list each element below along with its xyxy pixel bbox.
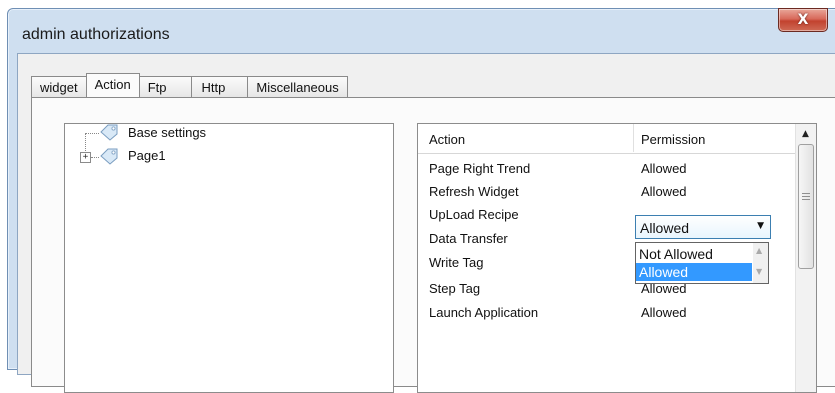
table-row[interactable]: Launch Application Allowed: [418, 302, 798, 324]
tag-icon: [100, 124, 118, 141]
close-icon: X: [797, 12, 809, 28]
close-button[interactable]: X: [778, 8, 828, 32]
dropdown-list[interactable]: Not Allowed Allowed ▲ ▼: [635, 242, 769, 284]
scrollbar-thumb[interactable]: [798, 144, 814, 269]
title-bar[interactable]: admin authorizations X: [8, 8, 835, 53]
action-cell: Refresh Widget: [429, 184, 519, 199]
tag-icon: [100, 148, 118, 165]
grip-line: [802, 193, 810, 194]
scroll-up-icon[interactable]: ▲: [756, 246, 762, 255]
tab-widget[interactable]: widget: [31, 76, 87, 97]
grip-line: [802, 199, 810, 200]
dropdown-option-not-allowed[interactable]: Not Allowed: [636, 245, 752, 263]
action-cell: Write Tag: [429, 255, 484, 270]
tab-miscellaneous[interactable]: Miscellaneous: [247, 76, 348, 97]
action-cell: Step Tag: [429, 281, 481, 296]
action-cell: UpLoad Recipe: [429, 207, 519, 222]
expand-icon[interactable]: +: [80, 152, 91, 163]
scroll-up-icon[interactable]: ▲: [796, 124, 815, 144]
table-row[interactable]: Page Right Trend Allowed: [418, 158, 798, 180]
action-cell: Page Right Trend: [429, 161, 531, 176]
column-header-action[interactable]: Action: [429, 132, 465, 147]
column-header-permission[interactable]: Permission: [641, 132, 705, 147]
chevron-down-icon[interactable]: ▼: [757, 221, 764, 231]
tab-action[interactable]: Action: [85, 73, 140, 97]
grid-header: Action Permission: [418, 124, 796, 154]
permission-cell[interactable]: Allowed: [641, 161, 687, 176]
action-cell: Launch Application: [429, 305, 539, 320]
tab-http[interactable]: Http: [190, 76, 249, 97]
grip-line: [802, 196, 810, 197]
tab-strip: widget Action Ftp Http Miscellaneous: [31, 73, 348, 97]
dropdown-option-allowed[interactable]: Allowed: [636, 263, 752, 281]
grid-scrollbar[interactable]: ▲: [795, 124, 816, 392]
column-separator[interactable]: [633, 124, 634, 152]
table-row[interactable]: Refresh Widget Allowed: [418, 181, 798, 203]
permission-dropdown[interactable]: Allowed ▼: [635, 215, 771, 239]
tree-item-label: Page1: [128, 148, 166, 163]
tab-ftp[interactable]: Ftp: [138, 76, 192, 97]
tree-item-label: Base settings: [128, 125, 207, 140]
action-permission-grid: Action Permission Page Right Trend Allow…: [417, 123, 817, 393]
tree-item[interactable]: + Page1: [65, 148, 385, 168]
action-tab-panel: Base settings + Page1 Action Permission: [31, 97, 835, 393]
dialog-client-area: widget Action Ftp Http Miscellaneous Bas…: [17, 53, 835, 393]
dialog-window: admin authorizations X widget Action Ftp…: [7, 8, 835, 393]
permission-cell[interactable]: Allowed: [641, 184, 687, 199]
scroll-down-icon[interactable]: ▼: [756, 267, 762, 276]
window-title: admin authorizations: [22, 26, 170, 43]
dropdown-value: Allowed: [640, 220, 690, 236]
action-cell: Data Transfer: [429, 231, 508, 246]
dropdown-scrollbar[interactable]: ▲ ▼: [753, 243, 768, 283]
tree-item[interactable]: Base settings: [65, 124, 385, 144]
permission-cell[interactable]: Allowed: [641, 305, 687, 320]
page-tree[interactable]: Base settings + Page1: [64, 123, 394, 393]
